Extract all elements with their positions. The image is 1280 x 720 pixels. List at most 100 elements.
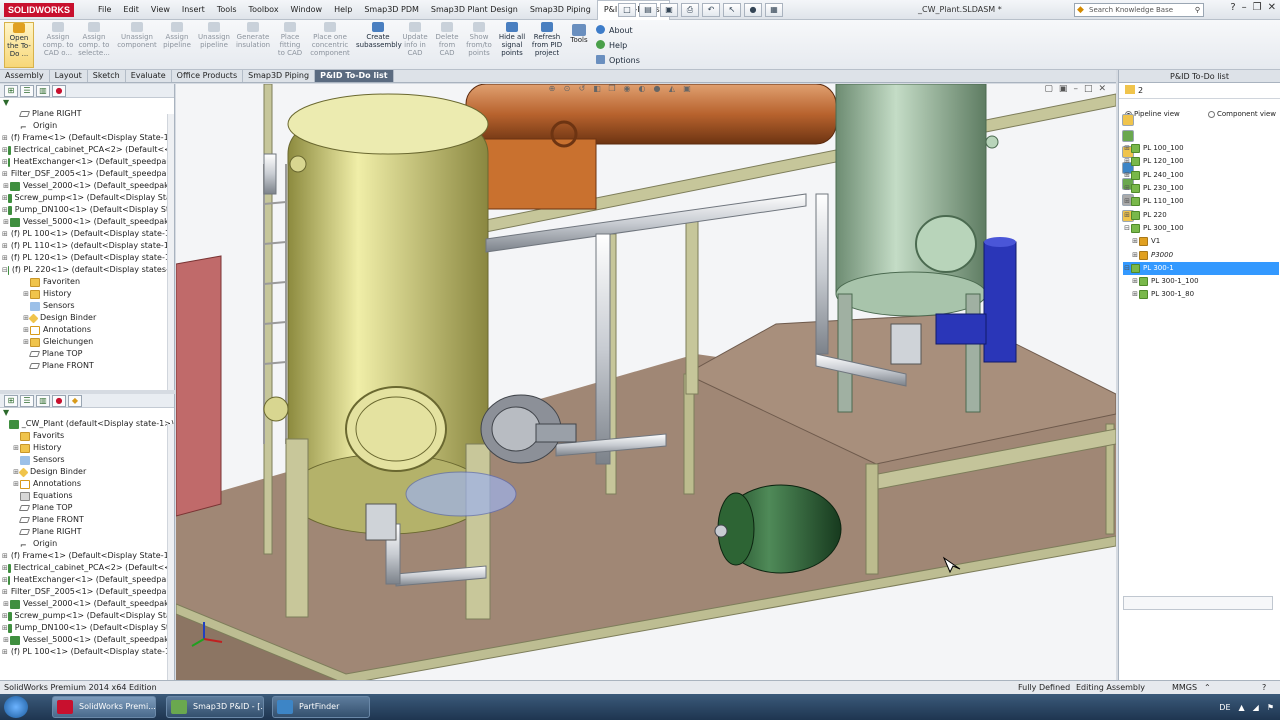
menu-item[interactable]: File xyxy=(92,0,117,20)
menu-item[interactable]: Toolbox xyxy=(243,0,285,20)
minimize-icon[interactable]: – xyxy=(1242,2,1247,13)
motor-green[interactable] xyxy=(714,484,842,574)
help-icon[interactable]: ? xyxy=(1262,681,1266,694)
flag-icon[interactable]: ⚑ xyxy=(1267,703,1274,712)
expand-toggle-icon[interactable]: ⊞ xyxy=(2,144,8,156)
volume-icon[interactable]: ◢ xyxy=(1253,703,1259,712)
tree-item[interactable]: ⊞ Annotations xyxy=(2,324,174,336)
close-icon[interactable]: ✕ xyxy=(1268,2,1276,13)
command-button[interactable]: Delete from CAD xyxy=(432,22,462,57)
menu-item[interactable]: Insert xyxy=(176,0,211,20)
app-logo[interactable]: SOLIDWORKS xyxy=(4,3,74,17)
tree-item[interactable]: ⊞ Filter_DSF_2005<1> (Default_speedpak) xyxy=(2,586,174,598)
taskbar-button[interactable]: PartFinder xyxy=(272,696,370,718)
help-link[interactable]: Help xyxy=(596,38,640,53)
close-icon[interactable]: ✕ xyxy=(1098,84,1106,94)
command-button[interactable]: Assign comp. to selecte... xyxy=(76,22,112,57)
pipeline-item[interactable]: ⊞ PL 220 xyxy=(1123,208,1279,221)
menu-item[interactable]: View xyxy=(145,0,176,20)
details-field[interactable] xyxy=(1123,596,1273,610)
plant-3d-model[interactable] xyxy=(176,84,1116,680)
view-settings-icon[interactable]: ▣ xyxy=(681,84,693,94)
command-button[interactable]: Assign comp. to CAD o... xyxy=(40,22,76,57)
tools-button[interactable]: Tools xyxy=(568,24,590,45)
expand-toggle-icon[interactable]: ⊞ xyxy=(1131,288,1139,301)
select-pointer-icon[interactable]: ↖ xyxy=(723,3,741,17)
pipeline-item[interactable]: ⊞ PL 300-1_80 xyxy=(1123,288,1279,301)
expand-toggle-icon[interactable]: ⊞ xyxy=(1123,195,1131,208)
expand-toggle-icon[interactable]: ⊞ xyxy=(1123,182,1131,195)
tree-item[interactable]: ⊞ Vessel_5000<1> (Default_speedpak) xyxy=(2,634,174,646)
tree-item[interactable]: ⌐ Origin xyxy=(2,120,174,132)
menu-item[interactable]: Smap3D Piping xyxy=(524,0,597,20)
units-selector[interactable]: MMGS xyxy=(1172,681,1197,694)
apply-scene-icon[interactable]: ◭ xyxy=(666,84,678,94)
tab-smap3d-piping[interactable]: Smap3D Piping xyxy=(243,70,316,82)
tree-item[interactable]: ⊞ Screw_pump<1> (Default<Display Stat xyxy=(2,610,174,622)
expand-toggle-icon[interactable]: ⊞ xyxy=(2,646,8,658)
pipeline-item[interactable]: ⊞ V1 xyxy=(1123,235,1279,248)
tab-layout[interactable]: Layout xyxy=(50,70,88,82)
previous-view-icon[interactable]: ↺ xyxy=(576,84,588,94)
tree-item[interactable]: ⊞ (f) Frame<1> (Default<Display State-1> xyxy=(2,550,174,562)
vessel-green[interactable] xyxy=(835,84,999,317)
expand-toggle-icon[interactable]: ⊞ xyxy=(2,168,8,180)
expand-toggle-icon[interactable]: ⊞ xyxy=(1123,169,1131,182)
expand-toggle-icon[interactable]: ⊞ xyxy=(22,336,30,348)
tree-item[interactable]: ⊞ (f) PL 110<1> (default<Display state-1> xyxy=(2,240,174,252)
tree-item[interactable]: ⊞ HeatExchanger<1> (Default_speedpak) xyxy=(2,574,174,586)
pipeline-item[interactable]: ⊞ PL 100_100 xyxy=(1123,142,1279,155)
view-orientation-icon[interactable]: ❒ xyxy=(606,84,618,94)
tree-item[interactable]: ⊟ (f) PL 220<1> (default<Display states-1 xyxy=(2,264,174,276)
tree-item[interactable]: ⊞ Gleichungen xyxy=(2,336,174,348)
start-button[interactable] xyxy=(4,696,28,718)
command-button[interactable]: Create subassembly xyxy=(356,22,402,49)
pipeline-item[interactable]: ⊞ P3000 xyxy=(1123,248,1279,261)
tree-item[interactable]: Plane FRONT xyxy=(2,514,174,526)
pipeline-item[interactable]: ⊞ PL 240_100 xyxy=(1123,169,1279,182)
expand-toggle-icon[interactable]: ⊞ xyxy=(2,252,8,264)
tree-item[interactable]: Sensors xyxy=(2,454,174,466)
expand-toggle-icon[interactable]: ⊞ xyxy=(2,610,8,622)
open-folder-icon[interactable]: ▤ xyxy=(639,3,657,17)
folder-icon[interactable] xyxy=(1122,114,1134,126)
command-button[interactable]: Unassign pipeline xyxy=(196,22,232,49)
expand-toggle-icon[interactable]: ⊞ xyxy=(2,622,8,634)
pipeline-item[interactable]: ⊞ PL 230_100 xyxy=(1123,182,1279,195)
tree-item[interactable]: ⊞ History xyxy=(2,288,174,300)
split-icon[interactable]: ▣ xyxy=(1059,84,1068,94)
tree-item[interactable]: ⊞ Design Binder xyxy=(2,312,174,324)
edit-appearance-icon[interactable]: ● xyxy=(651,84,663,94)
expand-toggle-icon[interactable]: ⊟ xyxy=(2,264,8,276)
language-indicator[interactable]: DE xyxy=(1219,703,1230,712)
expand-toggle-icon[interactable]: ⊟ xyxy=(1123,222,1131,235)
expand-toggle-icon[interactable]: ⊞ xyxy=(22,288,30,300)
tree-item[interactable]: ⊞ Electrical_cabinet_PCA<2> (Default<<[ xyxy=(2,144,174,156)
undo-icon[interactable]: ↶ xyxy=(702,3,720,17)
tree-item[interactable]: Plane FRONT xyxy=(2,360,174,372)
filter-icon[interactable]: ▼ xyxy=(0,98,174,108)
tree-scrollbar[interactable] xyxy=(167,424,174,680)
tree-item[interactable]: ⊞ Pump_DN100<1> (Default<Display Sta xyxy=(2,204,174,216)
tab-office-products[interactable]: Office Products xyxy=(172,70,244,82)
new-document-icon[interactable]: □ xyxy=(618,3,636,17)
tree-item[interactable]: ⊞ (f) Frame<1> (Default<Display State-1> xyxy=(2,132,174,144)
tree-item[interactable]: ⊞ (f) PL 100<1> (Default<Display state-1> xyxy=(2,646,174,658)
tree-item[interactable]: ⌐ Origin xyxy=(2,538,174,550)
tab-sketch[interactable]: Sketch xyxy=(88,70,126,82)
pipeline-item[interactable]: ⊞ PL 120_100 xyxy=(1123,155,1279,168)
tree-item[interactable]: ⊞ Annotations xyxy=(2,478,174,490)
smap3d-icon[interactable]: ◆ xyxy=(68,395,82,407)
expand-toggle-icon[interactable]: ⊞ xyxy=(12,442,20,454)
tree-item[interactable]: _CW_Plant (default<Display state-1>) xyxy=(2,418,174,430)
maximize-icon[interactable]: □ xyxy=(1084,84,1093,94)
menu-item[interactable]: Edit xyxy=(117,0,145,20)
tree-item[interactable]: ⊞ Filter_DSF_2005<1> (Default_speedpak) xyxy=(2,168,174,180)
options-link[interactable]: Options xyxy=(596,53,640,68)
hide-show-icon[interactable]: ◐ xyxy=(636,84,648,94)
expand-toggle-icon[interactable]: ⊞ xyxy=(2,216,10,228)
expand-toggle-icon[interactable]: ⊞ xyxy=(12,478,20,490)
command-button[interactable]: Place fitting to CAD xyxy=(276,22,304,57)
expand-toggle-icon[interactable]: ⊞ xyxy=(2,180,10,192)
menu-item[interactable]: Smap3D PDM xyxy=(358,0,425,20)
